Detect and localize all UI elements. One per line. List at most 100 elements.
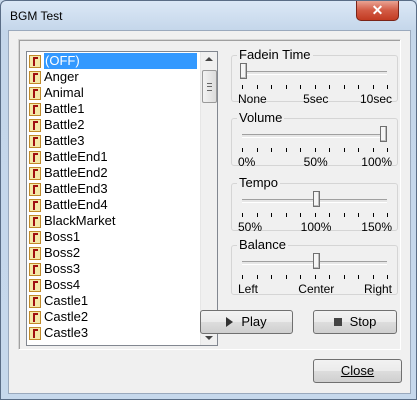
close-button[interactable]: Close xyxy=(313,359,402,383)
tick-mark xyxy=(387,148,388,152)
tick-mark xyxy=(358,148,359,152)
music-note-icon xyxy=(29,247,41,260)
tick-mark xyxy=(387,275,388,279)
volume-slider-track[interactable] xyxy=(242,134,387,138)
balance-label: Balance xyxy=(237,237,288,252)
scroll-down-arrow-icon[interactable] xyxy=(205,336,213,340)
balance-tick-label: Right xyxy=(363,282,392,296)
tick-mark xyxy=(242,213,243,217)
music-note-icon xyxy=(29,119,41,132)
volume-tick-label: 100% xyxy=(361,155,392,169)
music-note-icon xyxy=(29,103,41,116)
fadein-slider-track[interactable] xyxy=(242,71,387,75)
volume-label: Volume xyxy=(237,110,285,125)
list-item[interactable]: BattleEnd2 xyxy=(28,165,200,181)
tick-mark xyxy=(344,148,345,152)
music-note-icon xyxy=(29,231,41,244)
list-item[interactable]: Animal xyxy=(28,85,200,101)
list-item[interactable]: (OFF) xyxy=(28,53,200,69)
list-item[interactable]: Castle3 xyxy=(28,325,200,341)
list-item-label: Anger xyxy=(44,69,79,84)
tick-mark xyxy=(257,85,258,89)
tick-mark xyxy=(315,148,316,152)
list-item-label: Castle1 xyxy=(44,293,89,308)
music-note-icon xyxy=(29,151,41,164)
tick-mark xyxy=(286,213,287,217)
list-item[interactable]: BattleEnd3 xyxy=(28,181,200,197)
list-item[interactable]: Castle2 xyxy=(28,309,200,325)
list-item[interactable]: Castle1 xyxy=(28,293,200,309)
window-title: BGM Test xyxy=(10,9,63,23)
tick-mark xyxy=(242,85,243,89)
list-item[interactable]: BattleEnd1 xyxy=(28,149,200,165)
list-item-label: Castle3 xyxy=(44,325,89,340)
window-close-button[interactable]: ✕ xyxy=(356,1,399,21)
stop-button[interactable]: Stop xyxy=(313,310,397,334)
play-button[interactable]: Play xyxy=(200,310,293,334)
music-note-icon xyxy=(29,167,41,180)
bgm-listbox[interactable]: (OFF) Anger Animal Battle1 Battle2 Battle3 Bat… xyxy=(26,51,218,346)
volume-slider-thumb[interactable] xyxy=(380,126,387,142)
tick-mark xyxy=(358,213,359,217)
tick-mark xyxy=(257,213,258,217)
list-item[interactable]: Boss2 xyxy=(28,245,200,261)
list-item[interactable]: Battle2 xyxy=(28,117,200,133)
list-item[interactable]: Boss1 xyxy=(28,229,200,245)
list-item-label: BlackMarket xyxy=(44,213,116,228)
tick-mark xyxy=(300,213,301,217)
list-item-label: Boss2 xyxy=(44,245,81,260)
list-item[interactable]: BattleEnd4 xyxy=(28,197,200,213)
list-item[interactable]: Battle3 xyxy=(28,133,200,149)
scroll-thumb[interactable] xyxy=(202,70,217,103)
fadein-group: Fadein Time None 5sec 10sec xyxy=(231,47,398,106)
list-item[interactable]: Boss3 xyxy=(28,261,200,277)
tempo-slider-thumb[interactable] xyxy=(313,191,320,207)
fadein-slider-thumb[interactable] xyxy=(240,63,247,79)
list-item[interactable]: Battle1 xyxy=(28,101,200,117)
close-label: Close xyxy=(340,363,375,378)
music-note-icon xyxy=(29,311,41,324)
tick-mark xyxy=(344,85,345,89)
tick-mark xyxy=(315,85,316,89)
list-item-label: BattleEnd3 xyxy=(44,181,108,196)
music-note-icon xyxy=(29,135,41,148)
list-item-label: Boss1 xyxy=(44,229,81,244)
tick-mark xyxy=(271,275,272,279)
balance-tick-label: Left xyxy=(238,282,259,296)
tick-mark xyxy=(286,275,287,279)
tick-mark xyxy=(300,148,301,152)
scroll-up-arrow-icon[interactable] xyxy=(205,57,213,61)
stop-icon xyxy=(333,318,342,326)
tick-mark xyxy=(329,213,330,217)
list-scrollbar[interactable] xyxy=(200,52,217,345)
list-item-label: Battle3 xyxy=(44,133,85,148)
tick-mark xyxy=(329,148,330,152)
balance-slider-thumb[interactable] xyxy=(313,253,320,269)
tick-mark xyxy=(373,213,374,217)
bgm-list-items: (OFF) Anger Animal Battle1 Battle2 Battle3 Bat… xyxy=(28,53,200,341)
play-label: Play xyxy=(241,314,267,329)
music-note-icon xyxy=(29,71,41,84)
tick-mark xyxy=(271,85,272,89)
tempo-group: Tempo 50% 100% 150% xyxy=(231,175,398,234)
fadein-tick-label: 10sec xyxy=(359,92,392,106)
tick-mark xyxy=(373,275,374,279)
list-item[interactable]: Boss4 xyxy=(28,277,200,293)
tempo-slider-ticks xyxy=(242,213,388,219)
tick-mark xyxy=(300,85,301,89)
tick-mark xyxy=(358,85,359,89)
tick-mark xyxy=(242,148,243,152)
list-item[interactable]: BlackMarket xyxy=(28,213,200,229)
tick-mark xyxy=(358,275,359,279)
tick-mark xyxy=(286,85,287,89)
list-item-label: Battle1 xyxy=(44,101,85,116)
music-note-icon xyxy=(29,199,41,212)
tick-mark xyxy=(257,275,258,279)
music-note-icon xyxy=(29,263,41,276)
volume-tick-label: 50% xyxy=(303,155,328,169)
fadein-slider-ticks xyxy=(242,85,388,91)
tick-mark xyxy=(329,275,330,279)
tick-mark xyxy=(315,275,316,279)
fadein-tick-label: None xyxy=(238,92,267,106)
list-item[interactable]: Anger xyxy=(28,69,200,85)
